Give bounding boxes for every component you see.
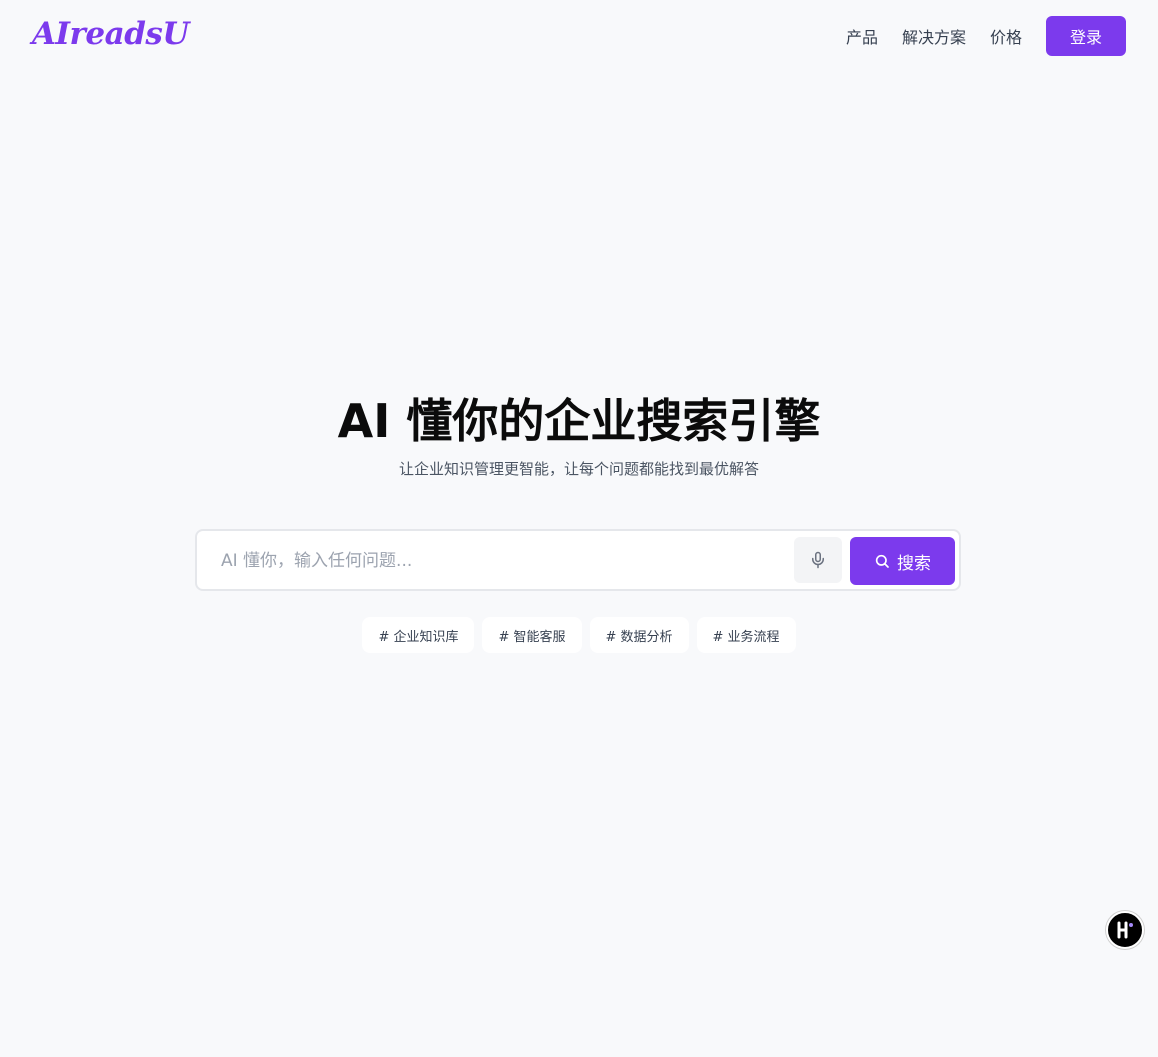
k-logo-icon [1115,920,1135,940]
brand-logo[interactable]: AIreadsU [32,14,189,54]
microphone-icon [809,551,827,569]
floating-assistant-button[interactable] [1106,911,1144,949]
nav-link-products[interactable]: 产品 [846,24,878,48]
search-icon [874,553,890,569]
search-input[interactable] [213,539,799,583]
login-button[interactable]: 登录 [1046,16,1126,56]
main-nav: 产品 解决方案 价格 登录 [846,16,1126,56]
search-button-label: 搜索 [897,553,931,574]
top-header: AIreadsU 产品 解决方案 价格 登录 [0,0,1158,72]
tag-business-process[interactable]: # 业务流程 [696,617,796,653]
tag-knowledge-base[interactable]: # 企业知识库 [362,617,475,653]
search-box: 搜索 [195,529,961,591]
tag-data-analysis[interactable]: # 数据分析 [589,617,689,653]
tag-smart-support[interactable]: # 智能客服 [482,617,582,653]
hero-title: AI 懂你的企业搜索引擎 [337,394,821,448]
voice-input-button[interactable] [794,537,842,583]
search-button[interactable]: 搜索 [850,537,955,585]
hero-subtitle: 让企业知识管理更智能，让每个问题都能找到最优解答 [398,460,759,478]
nav-link-solutions[interactable]: 解决方案 [902,24,966,48]
suggested-tags: # 企业知识库 # 智能客服 # 数据分析 # 业务流程 [0,617,1158,653]
nav-link-pricing[interactable]: 价格 [990,24,1022,48]
